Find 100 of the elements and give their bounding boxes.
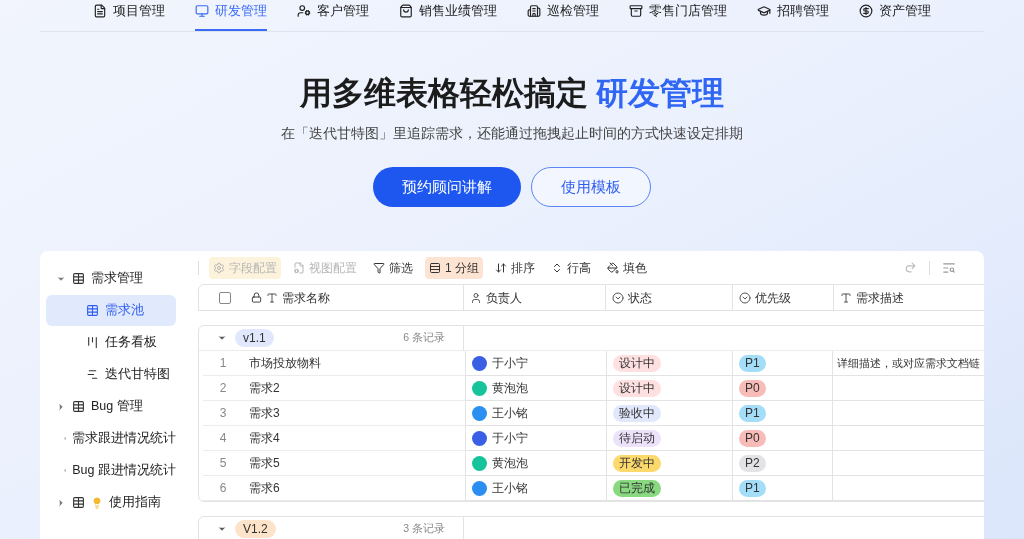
group-tag: v1.1	[235, 329, 274, 347]
row-number: 1	[218, 355, 228, 372]
status-tag: 开发中	[612, 454, 661, 472]
secondary-button[interactable]: 使用模板	[531, 167, 651, 207]
table-icon	[86, 304, 99, 317]
sidebar-item[interactable]: Bug 管理	[46, 391, 176, 422]
guide-icon	[72, 496, 85, 509]
nav-tab[interactable]: 招聘管理	[757, 0, 829, 31]
text-field-icon	[840, 291, 852, 304]
table-cell-text: 需求5	[249, 455, 280, 472]
nav-tab[interactable]: 零售门店管理	[629, 0, 727, 31]
table-icon	[72, 400, 85, 413]
lightbulb-icon	[91, 496, 103, 509]
headline: 用多维表格轻松搞定 研发管理	[299, 74, 725, 113]
lock-icon	[251, 292, 262, 303]
row-number: 6	[218, 480, 228, 497]
status-tag: 验收中	[612, 404, 661, 422]
status-tag: 设计中	[612, 354, 661, 372]
table-cell-text: 于小宁	[491, 430, 528, 447]
priority-tag: P0	[738, 379, 766, 397]
table-cell-text: 需求2	[249, 380, 280, 397]
priority-tag: P0	[738, 429, 766, 447]
sidebar-item[interactable]: 需求池	[46, 295, 176, 326]
primary-button[interactable]: 预约顾问讲解	[373, 167, 521, 207]
table-cell-text: 王小铭	[491, 480, 528, 497]
priority-tag: P1	[738, 404, 766, 422]
record-count: 3 条记录	[403, 521, 445, 537]
table-cell-text: 黄泡泡	[491, 380, 528, 397]
coin-icon	[859, 3, 873, 18]
toolbar-button[interactable]: 筛选	[369, 256, 417, 279]
caret-icon[interactable]	[217, 333, 227, 343]
nav-tab[interactable]: 研发管理	[195, 0, 267, 31]
priority-tag: P1	[738, 354, 766, 372]
search-icon[interactable]	[942, 260, 956, 275]
table-cell-text: 需求4	[249, 430, 280, 447]
table-cell-text: 市场投放物料	[249, 355, 321, 372]
board-icon	[86, 336, 99, 349]
gear-icon	[213, 261, 225, 274]
checkbox[interactable]	[219, 291, 231, 304]
nav-tab[interactable]: 销售业绩管理	[399, 0, 497, 31]
column-header[interactable]: 状态	[605, 285, 732, 310]
row-height-icon	[551, 261, 563, 274]
priority-tag: P1	[738, 479, 766, 497]
toolbar-button[interactable]: 填色	[603, 256, 651, 279]
table-cell-text: 需求3	[249, 405, 280, 422]
column-header[interactable]: 需求描述	[833, 285, 984, 310]
row-number: 2	[218, 380, 228, 397]
column-header[interactable]: 需求名称	[199, 285, 463, 310]
nav-tab[interactable]: 巡检管理	[527, 0, 599, 31]
nav-tab[interactable]: 资产管理	[859, 0, 931, 31]
nav-tab[interactable]: 项目管理	[93, 0, 165, 31]
table-cell-text: 王小铭	[491, 405, 528, 422]
select-field-icon	[612, 291, 624, 304]
building-icon	[527, 3, 541, 18]
status-tag: 设计中	[612, 379, 661, 397]
redo-icon[interactable]	[904, 261, 917, 274]
sidebar-item[interactable]: 使用指南	[46, 487, 176, 518]
caret-icon[interactable]	[56, 401, 66, 412]
table-cell-text: 于小宁	[491, 355, 528, 372]
status-tag: 待启动	[612, 429, 661, 447]
sidebar-item[interactable]: 需求管理	[46, 263, 176, 294]
record-count: 6 条记录	[403, 330, 445, 346]
document-icon	[93, 3, 107, 18]
document-gear-icon	[293, 261, 305, 274]
bag-icon	[399, 3, 413, 18]
toolbar-button[interactable]: 排序	[491, 256, 539, 279]
table-cell-text: 需求6	[249, 480, 280, 497]
table-cell-text: 黄泡泡	[491, 455, 528, 472]
sidebar-item[interactable]: 需求跟进情况统计	[46, 423, 176, 454]
sidebar-item[interactable]: Bug 跟进情况统计	[46, 455, 176, 486]
sidebar-item[interactable]: 迭代甘特图	[46, 359, 176, 390]
archive-icon	[629, 3, 643, 18]
monitor-icon	[195, 3, 209, 18]
sort-icon	[495, 261, 507, 274]
table-cell: 详细描述，或对应需求文档链	[832, 351, 984, 376]
subtitle: 在「迭代甘特图」里追踪需求，还能通过拖拽起止时间的方式快速设定排期	[281, 124, 743, 143]
toolbar-button[interactable]: 行高	[547, 256, 595, 279]
select-field-icon	[739, 291, 751, 304]
priority-tag: P2	[738, 454, 766, 472]
table-icon	[72, 272, 85, 285]
status-tag: 已完成	[612, 479, 661, 497]
caret-icon[interactable]	[217, 524, 227, 534]
group-tag: V1.2	[235, 520, 276, 538]
caret-icon[interactable]	[56, 497, 66, 508]
paint-bucket-icon	[607, 261, 619, 274]
sidebar-item[interactable]: 任务看板	[46, 327, 176, 358]
filter-icon	[373, 261, 385, 274]
graduation-cap-icon	[757, 3, 771, 18]
user-field-icon	[470, 291, 482, 304]
rows-icon	[429, 261, 441, 274]
text-field-icon	[266, 291, 278, 304]
row-number: 3	[218, 405, 228, 422]
user-icon	[297, 3, 311, 18]
nav-tab[interactable]: 客户管理	[297, 0, 369, 31]
toolbar-button[interactable]: 1 分组	[425, 256, 483, 279]
column-header[interactable]: 负责人	[463, 285, 605, 310]
gantt-icon	[86, 368, 99, 381]
column-header[interactable]: 优先级	[732, 285, 833, 310]
row-number: 5	[218, 455, 228, 472]
row-number: 4	[218, 430, 228, 447]
